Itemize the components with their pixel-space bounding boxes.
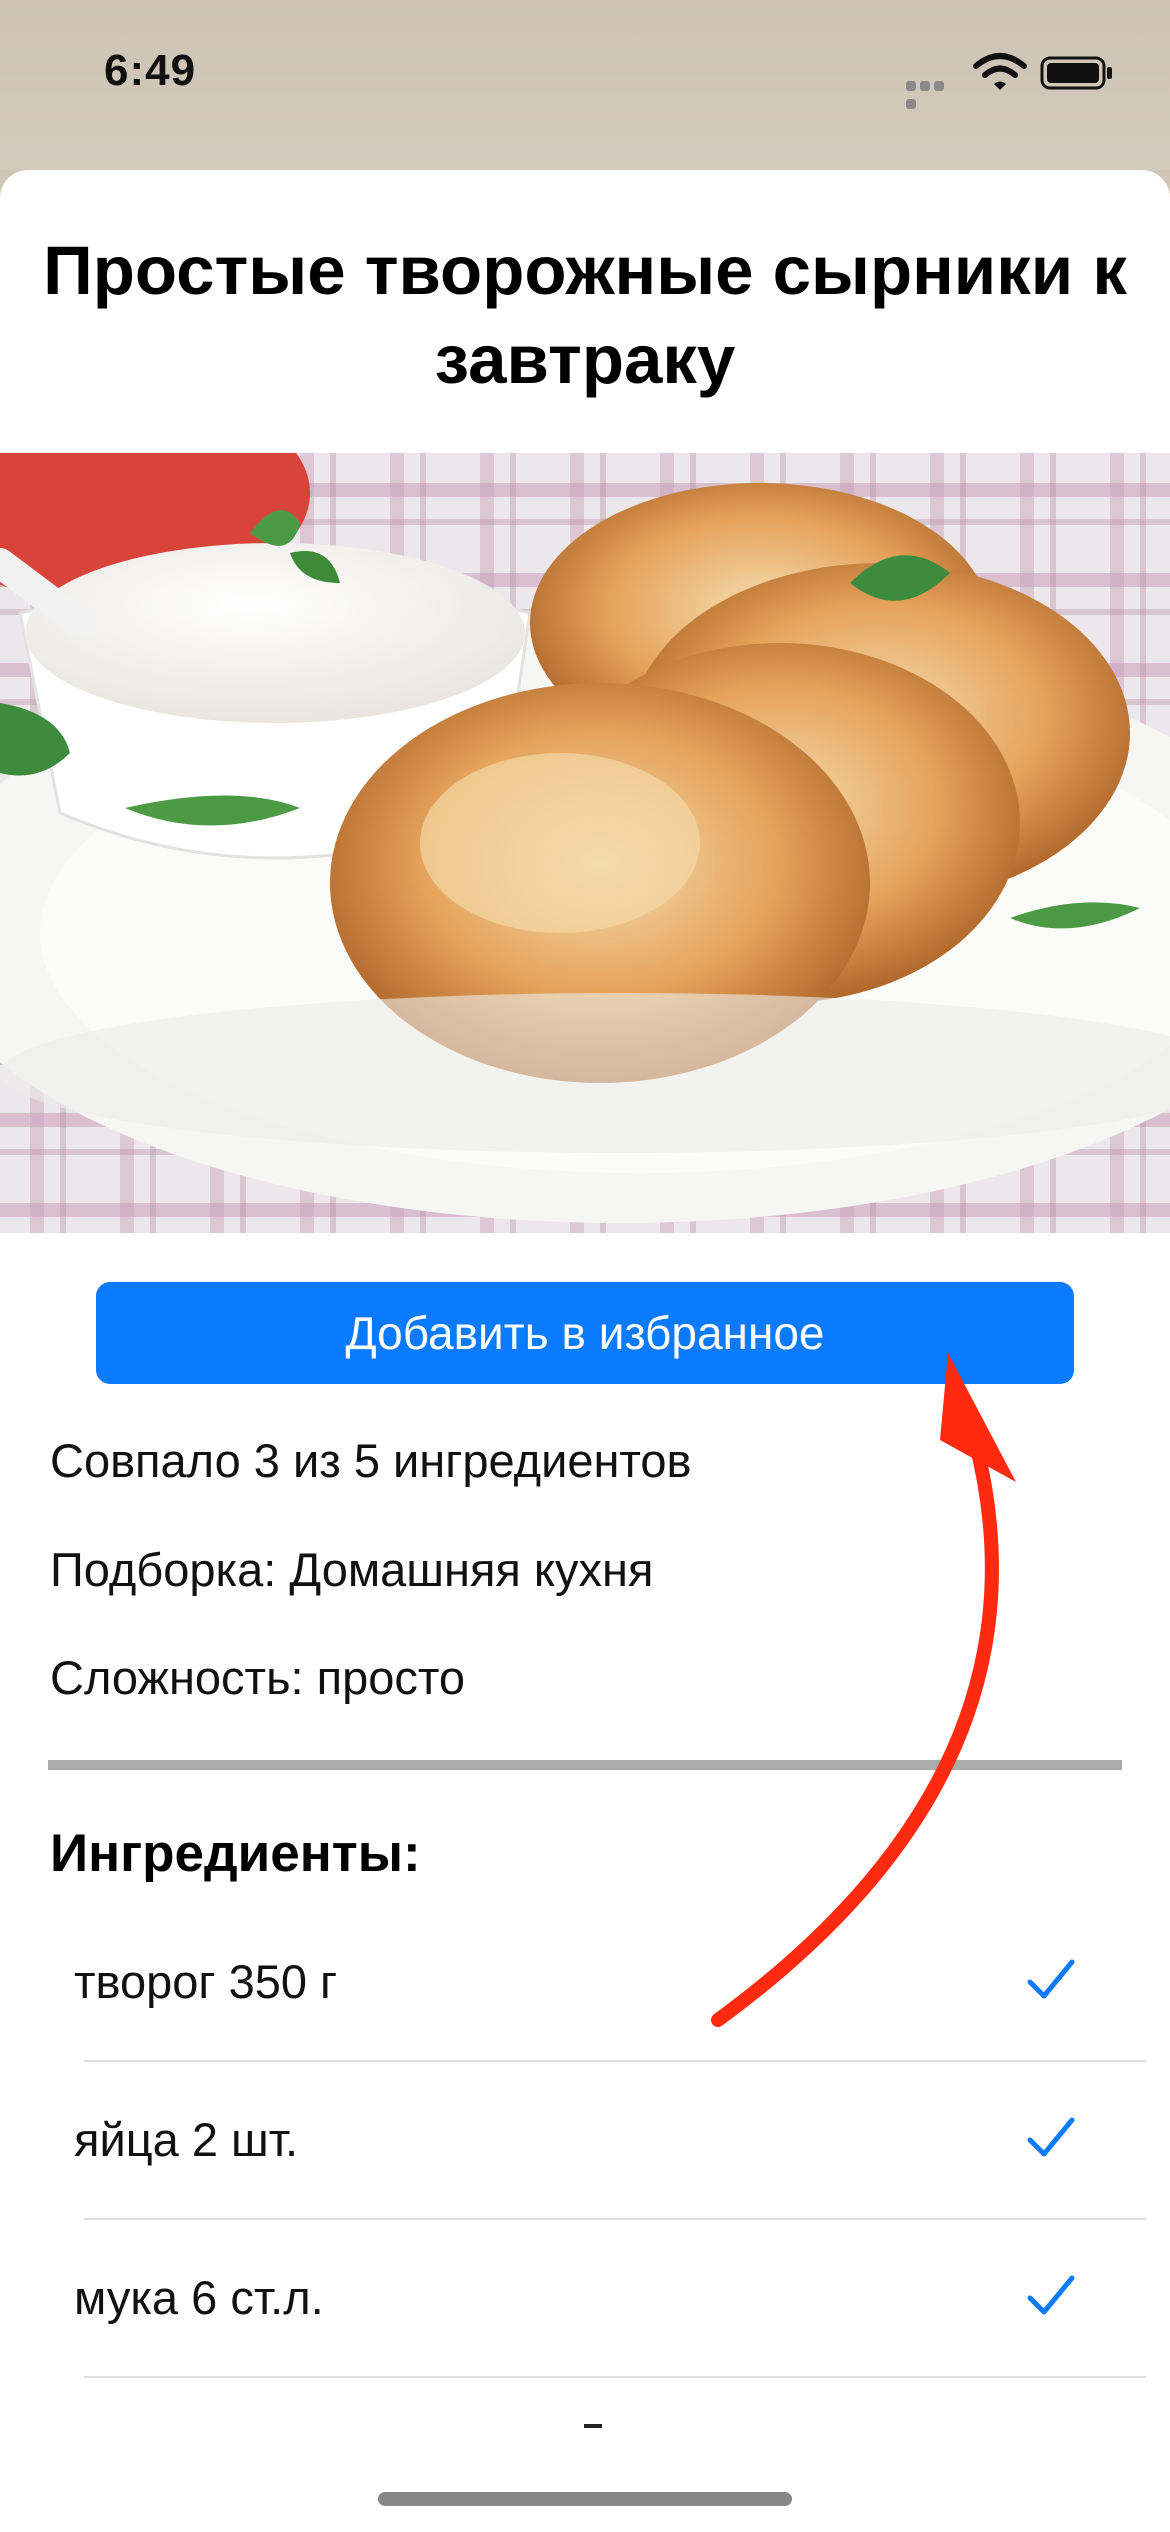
ingredient-row[interactable]: мука 6 ст.л. [0, 2220, 1170, 2378]
status-bar: 6:49 [0, 0, 1170, 170]
ingredient-name: яйца 2 шт. [74, 2113, 299, 2166]
ingredient-row[interactable]: яйца 2 шт. [0, 2062, 1170, 2220]
status-time: 6:49 [104, 46, 197, 95]
signal-icon [906, 78, 960, 109]
row-separator [84, 2376, 1146, 2378]
ingredient-name: мука 6 ст.л. [74, 2271, 324, 2324]
partial-ingredient-row [584, 2424, 602, 2428]
wifi-icon [973, 53, 1027, 90]
collection-text: Подборка: Домашняя кухня [50, 1543, 654, 1596]
ingredient-name: творог 350 г [74, 1955, 338, 2008]
battery-icon [1040, 56, 1112, 90]
recipe-photo [0, 453, 1170, 1233]
matched-ingredients-text: Совпало 3 из 5 ингредиентов [50, 1434, 692, 1487]
recipe-sheet: Простые творожные сырники к завтраку Доб… [0, 170, 1170, 2532]
recipe-title: Простые творожные сырники к завтраку [43, 232, 1127, 398]
check-icon [1027, 1959, 1075, 1999]
check-icon [1027, 2117, 1075, 2157]
ingredient-row[interactable]: творог 350 г [0, 1904, 1170, 2062]
home-indicator [378, 2492, 792, 2506]
ingredients-heading: Ингредиенты: [50, 1824, 421, 1883]
add-to-favorites-button[interactable]: Добавить в избранное [96, 1282, 1074, 1384]
difficulty-text: Сложность: просто [50, 1651, 466, 1704]
section-divider [48, 1760, 1122, 1770]
check-icon [1027, 2275, 1075, 2315]
